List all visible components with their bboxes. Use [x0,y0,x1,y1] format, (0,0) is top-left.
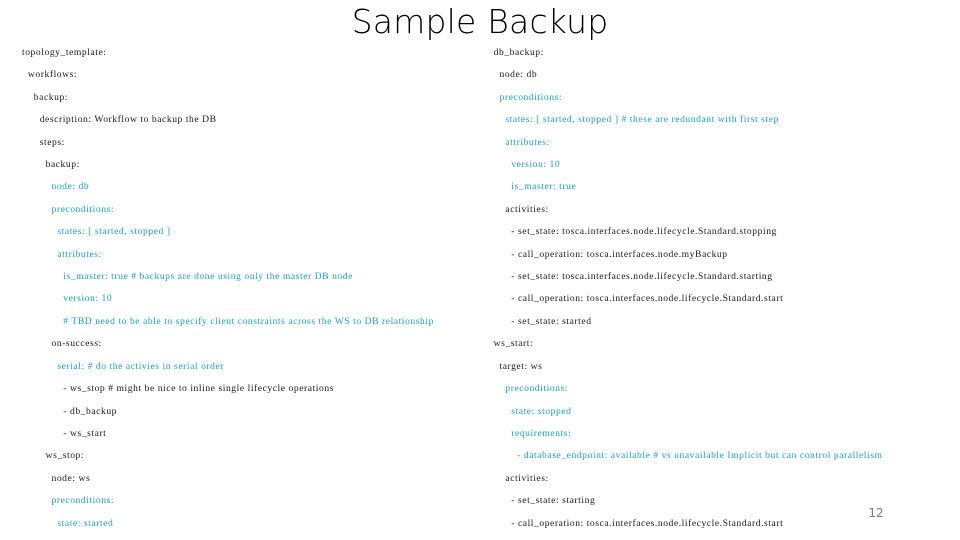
yaml-left-line: on-success: [22,338,102,350]
yaml-right-line: - database_endpoint: available # vs unav… [470,450,883,462]
page-number: 12 [868,506,884,520]
page-title: Sample Backup [351,2,609,41]
yaml-right-line: - set_state: tosca.interfaces.node.lifec… [470,226,777,238]
yaml-left-line: node: db [22,181,90,193]
yaml-right-line: - set_state: started [470,315,592,327]
yaml-left-line: topology_template: [22,47,107,58]
yaml-right-line: ws_start: [470,338,534,350]
yaml-right-line: target: ws [470,360,543,372]
yaml-left-line: - ws_stop # might be nice to inline sing… [22,383,334,395]
yaml-left-line: states: [ started, stopped ] [22,226,171,238]
yaml-right-line: version: 10 [470,159,561,171]
slide-canvas: Sample Backup topology_template: workflo… [0,0,960,540]
yaml-left-line: backup: [22,159,80,171]
yaml-right-line: - set_state: started [470,535,940,540]
yaml-left-line: serial: # do the activies in serial orde… [22,360,225,372]
yaml-left-line: preconditions: [22,203,115,215]
yaml-left-line: preconditions: [22,495,115,507]
yaml-right-line: node: db [470,69,538,81]
yaml-left-line: - db_backup [22,405,118,417]
yaml-right-line: - set_state: tosca.interfaces.node.lifec… [470,271,773,283]
yaml-right-line: state: stopped [470,405,572,417]
yaml-right-line: - call_operation: tosca.interfaces.node.… [470,248,728,260]
yaml-right-line: activities: [470,203,549,215]
yaml-right-line: db_backup: [470,47,544,58]
yaml-left-line: steps: [22,136,65,148]
yaml-left-line: - ws_start [22,427,107,439]
yaml-left-line: workflows: [22,69,78,81]
yaml-left-line: node: ws [22,472,91,484]
yaml-left-line: description: Workflow to backup the DB [22,114,217,126]
yaml-code-block-left: topology_template: workflows: backup: de… [22,42,485,540]
yaml-right-line: preconditions: [470,383,568,395]
yaml-right-line: preconditions: [470,91,563,103]
yaml-right-line: activities: [470,472,549,484]
yaml-left-line: backup: [22,91,69,103]
yaml-left-line: ws_stop: [22,450,85,462]
yaml-right-line: states: [ started, stopped ] # these are… [470,114,779,126]
yaml-code-block-right: db_backup: node: db preconditions: state… [470,42,940,540]
yaml-left-line: activities: [22,535,485,540]
yaml-left-line: # TBD need to be able to specify client … [22,315,434,327]
yaml-right-line: - call_operation: tosca.interfaces.node.… [470,293,784,305]
yaml-right-line: requirements: [470,427,572,439]
yaml-right-line: attributes: [470,136,550,148]
yaml-left-line: state: started [22,517,114,529]
yaml-left-line: is_master: true # backups are done using… [22,271,353,283]
yaml-left-line: version: 10 [22,293,113,305]
yaml-right-line: is_master: true [470,181,577,193]
yaml-left-line: attributes: [22,248,102,260]
